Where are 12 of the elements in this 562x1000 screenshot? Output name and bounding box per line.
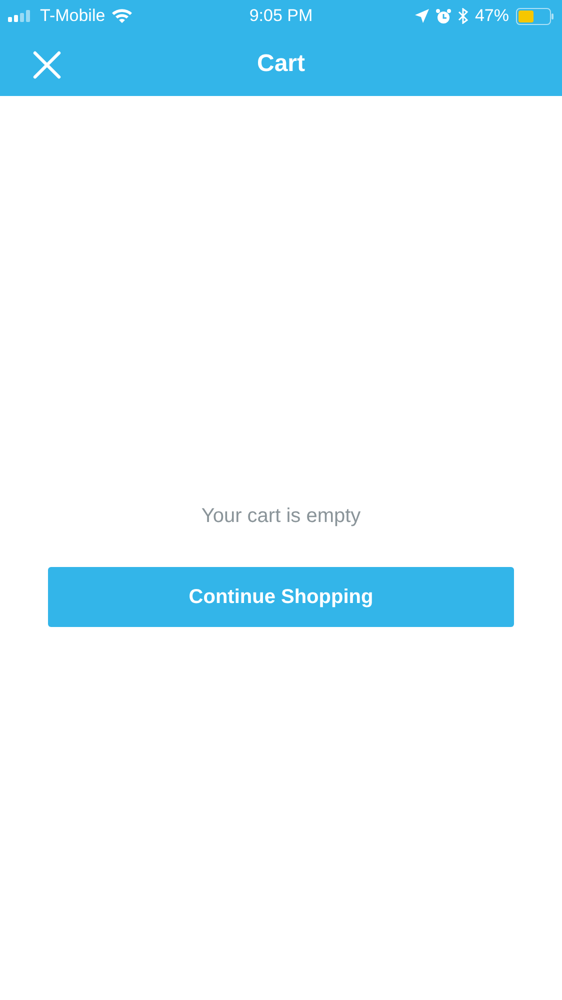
battery-icon <box>516 8 554 24</box>
battery-percentage: 47% <box>474 5 509 28</box>
wifi-icon <box>111 8 134 24</box>
alarm-clock-icon <box>436 8 451 24</box>
location-arrow-icon <box>414 9 429 23</box>
carrier-name: T-Mobile <box>40 5 106 28</box>
continue-shopping-button[interactable]: Continue Shopping <box>48 567 514 627</box>
close-icon <box>33 51 61 79</box>
clock-time: 9:05 PM <box>249 6 313 26</box>
bluetooth-icon <box>458 8 468 24</box>
page-title: Cart <box>256 49 305 79</box>
empty-cart-message: Your cart is empty <box>201 504 361 529</box>
